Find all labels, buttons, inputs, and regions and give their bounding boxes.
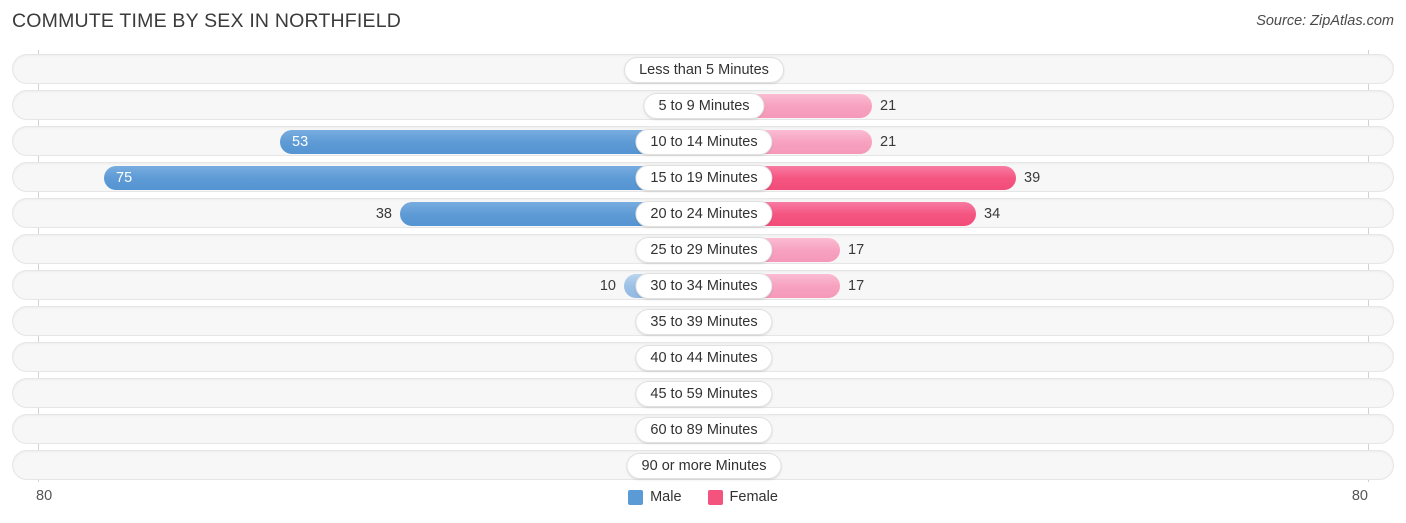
female-bar-group: 21 (704, 91, 1395, 121)
category-label-pill: 90 or more Minutes (626, 453, 782, 479)
male-bar-group: 3 (13, 415, 704, 445)
category-label-pill: 60 to 89 Minutes (635, 417, 773, 443)
legend-label-female: Female (729, 489, 778, 505)
chart-container: COMMUTE TIME BY SEX IN NORTHFIELD Source… (0, 0, 1406, 523)
category-label-pill: 20 to 24 Minutes (635, 201, 773, 227)
chart-footer: 80 80 Male Female (0, 484, 1406, 514)
female-value-label: 39 (1024, 170, 1041, 186)
male-bar[interactable] (104, 166, 704, 190)
female-bar-group: 21 (704, 127, 1395, 157)
male-value-label: 53 (292, 134, 309, 150)
legend-label-male: Male (650, 489, 682, 505)
female-bar-group: 0 (704, 343, 1395, 373)
male-bar-group: 0 (13, 379, 704, 409)
chart-row[interactable]: 00Less than 5 Minutes (12, 54, 1394, 84)
female-value-label: 17 (848, 278, 865, 294)
male-bar-group: 1 (13, 91, 704, 121)
male-value-label: 10 (599, 278, 616, 294)
female-bar-group: 17 (704, 271, 1395, 301)
chart-row[interactable]: 4 17 25 to 29 Minutes (12, 234, 1394, 264)
female-bar-group: 34 (704, 199, 1395, 229)
male-bar-group: 75 (13, 163, 704, 193)
male-value-label: 38 (375, 206, 392, 222)
category-label-pill: 10 to 14 Minutes (635, 129, 773, 155)
legend-swatch-male-icon (628, 489, 644, 505)
chart-legend: Male Female (0, 484, 1406, 510)
female-bar-group: 0 (704, 451, 1395, 481)
chart-row[interactable]: 0435 to 39 Minutes (12, 306, 1394, 336)
chart-source-attribution: Source: ZipAtlas.com (1256, 13, 1394, 29)
chart-row[interactable]: 53 21 10 to 14 Minutes (12, 126, 1394, 156)
category-label-pill: 40 to 44 Minutes (635, 345, 773, 371)
female-bar-group: 0 (704, 415, 1395, 445)
male-bar-group: 10 (13, 271, 704, 301)
female-bar-group: 17 (704, 235, 1395, 265)
legend-item-female[interactable]: Female (707, 489, 778, 505)
plot-area: 00Less than 5 Minutes1215 to 9 Minutes53… (0, 50, 1406, 482)
category-label-pill: 15 to 19 Minutes (635, 165, 773, 191)
chart-title: COMMUTE TIME BY SEX IN NORTHFIELD (12, 10, 402, 32)
category-label-pill: 25 to 29 Minutes (635, 237, 773, 263)
chart-row[interactable]: 2040 to 44 Minutes (12, 342, 1394, 372)
chart-row[interactable]: 10 17 30 to 34 Minutes (12, 270, 1394, 300)
female-value-label: 21 (880, 98, 897, 114)
male-bar-group: 0 (13, 55, 704, 85)
category-label-pill: Less than 5 Minutes (624, 57, 784, 83)
chart-row[interactable]: 0345 to 59 Minutes (12, 378, 1394, 408)
male-bar-group: 2 (13, 343, 704, 373)
chart-row[interactable]: 1 21 5 to 9 Minutes (12, 90, 1394, 120)
legend-item-male[interactable]: Male (628, 489, 682, 505)
male-bar-group: 0 (13, 307, 704, 337)
category-label-pill: 30 to 34 Minutes (635, 273, 773, 299)
category-label-pill: 5 to 9 Minutes (643, 93, 765, 119)
male-bar-group: 53 (13, 127, 704, 157)
male-bar-group: 4 (13, 235, 704, 265)
male-bar-group: 0 (13, 451, 704, 481)
chart-row[interactable]: 3060 to 89 Minutes (12, 414, 1394, 444)
female-bar-group: 0 (704, 55, 1395, 85)
legend-swatch-female-icon (707, 489, 723, 505)
female-bar-group: 39 (704, 163, 1395, 193)
male-value-label: 75 (116, 170, 133, 186)
category-label-pill: 45 to 59 Minutes (635, 381, 773, 407)
category-label-pill: 35 to 39 Minutes (635, 309, 773, 335)
female-value-label: 17 (848, 242, 865, 258)
chart-row[interactable]: 38 34 20 to 24 Minutes (12, 198, 1394, 228)
female-bar-group: 3 (704, 379, 1395, 409)
chart-row[interactable]: 75 39 15 to 19 Minutes (12, 162, 1394, 192)
female-bar-group: 4 (704, 307, 1395, 337)
female-value-label: 34 (984, 206, 1001, 222)
chart-row[interactable]: 0090 or more Minutes (12, 450, 1394, 480)
male-bar-group: 38 (13, 199, 704, 229)
female-value-label: 21 (880, 134, 897, 150)
